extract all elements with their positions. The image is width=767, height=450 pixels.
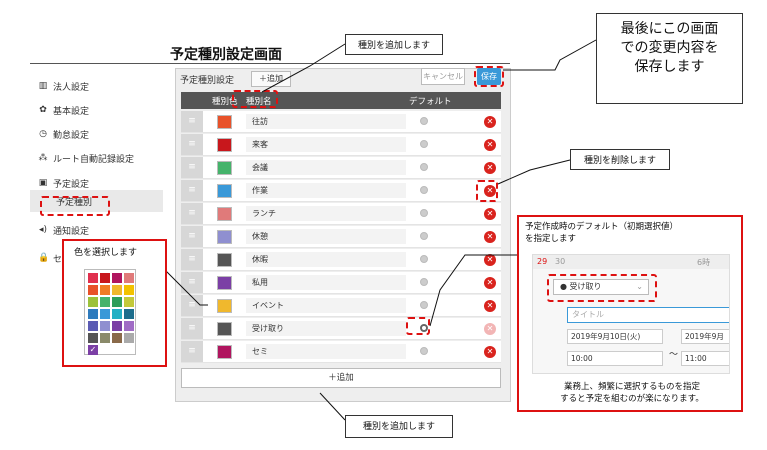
default-explanation-line: 予定作成時のデフォルト（初期選択値）	[525, 222, 679, 232]
callout-save-line: 保存します	[634, 59, 705, 75]
palette-color-swatch[interactable]	[100, 297, 110, 307]
palette-color-swatch[interactable]	[124, 273, 134, 283]
preview-calendar-strip: 29 30 6時	[533, 255, 729, 269]
palette-color-swatch[interactable]	[124, 297, 134, 307]
palette-color-swatch[interactable]	[88, 321, 98, 331]
preview-range-tilde: ～	[669, 350, 679, 360]
palette-color-swatch[interactable]	[112, 273, 122, 283]
palette-color-swatch[interactable]	[100, 309, 110, 319]
palette-color-swatch[interactable]	[124, 309, 134, 319]
palette-color-swatch[interactable]	[100, 321, 110, 331]
palette-color-swatch[interactable]	[88, 285, 98, 295]
callout-save-line: での変更内容を	[620, 40, 719, 56]
preview-start-time[interactable]: 10:00	[567, 351, 663, 366]
default-explanation-panel: 予定作成時のデフォルト（初期選択値） を指定します 29 30 6時 ● 受け取…	[517, 215, 743, 412]
preview-start-date[interactable]: 2019年9月10日(火)	[567, 329, 663, 344]
palette-color-swatch[interactable]	[124, 333, 134, 343]
preview-day: 29	[537, 257, 548, 266]
default-tip: 業務上、頻繁に選択するものを指定 すると予定を組むのが楽になります。	[525, 381, 739, 405]
palette-color-swatch[interactable]	[124, 321, 134, 331]
palette-color-swatch[interactable]	[88, 273, 98, 283]
palette-color-swatch[interactable]	[112, 309, 122, 319]
palette-color-swatch[interactable]	[100, 333, 110, 343]
palette-color-swatch[interactable]	[112, 333, 122, 343]
color-palette: ✓	[84, 269, 136, 355]
palette-color-swatch[interactable]	[100, 285, 110, 295]
default-tip-line: すると予定を組むのが楽になります。	[560, 394, 704, 404]
default-tip-line: 業務上、頻繁に選択するものを指定	[563, 382, 700, 392]
preview-time-label: 6時	[697, 258, 711, 267]
callout-add-type-top: 種別を追加します	[345, 34, 443, 55]
preview-end-date[interactable]: 2019年9月	[681, 329, 729, 344]
callout-select-color: 色を選択します	[74, 248, 138, 258]
callout-save-changes: 最後にこの画面 での変更内容を 保存します	[596, 13, 743, 104]
callout-add-type-bottom: 種別を追加します	[345, 415, 453, 438]
preview-day: 30	[555, 257, 566, 266]
palette-color-swatch[interactable]	[88, 309, 98, 319]
palette-color-swatch[interactable]	[88, 297, 98, 307]
highlight-type-select	[547, 274, 657, 302]
preview-end-time[interactable]: 11:00	[681, 351, 729, 366]
callout-delete-type: 種別を削除します	[570, 149, 670, 170]
palette-color-swatch[interactable]	[112, 321, 122, 331]
preview-title-input[interactable]: タイトル	[567, 307, 729, 323]
palette-color-swatch[interactable]	[100, 273, 110, 283]
default-explanation-line: を指定します	[525, 234, 577, 244]
color-picker-callout: 色を選択します ✓	[62, 239, 167, 367]
palette-color-swatch[interactable]	[88, 333, 98, 343]
palette-color-swatch[interactable]	[112, 285, 122, 295]
palette-color-swatch[interactable]	[112, 297, 122, 307]
palette-selected-swatch[interactable]: ✓	[88, 345, 98, 355]
callout-save-line: 最後にこの画面	[620, 21, 719, 37]
schedule-form-preview: 29 30 6時 ● 受け取り ⌄ タイトル 2019年9月10日(火) 2019…	[532, 254, 730, 374]
palette-color-swatch[interactable]	[124, 285, 134, 295]
